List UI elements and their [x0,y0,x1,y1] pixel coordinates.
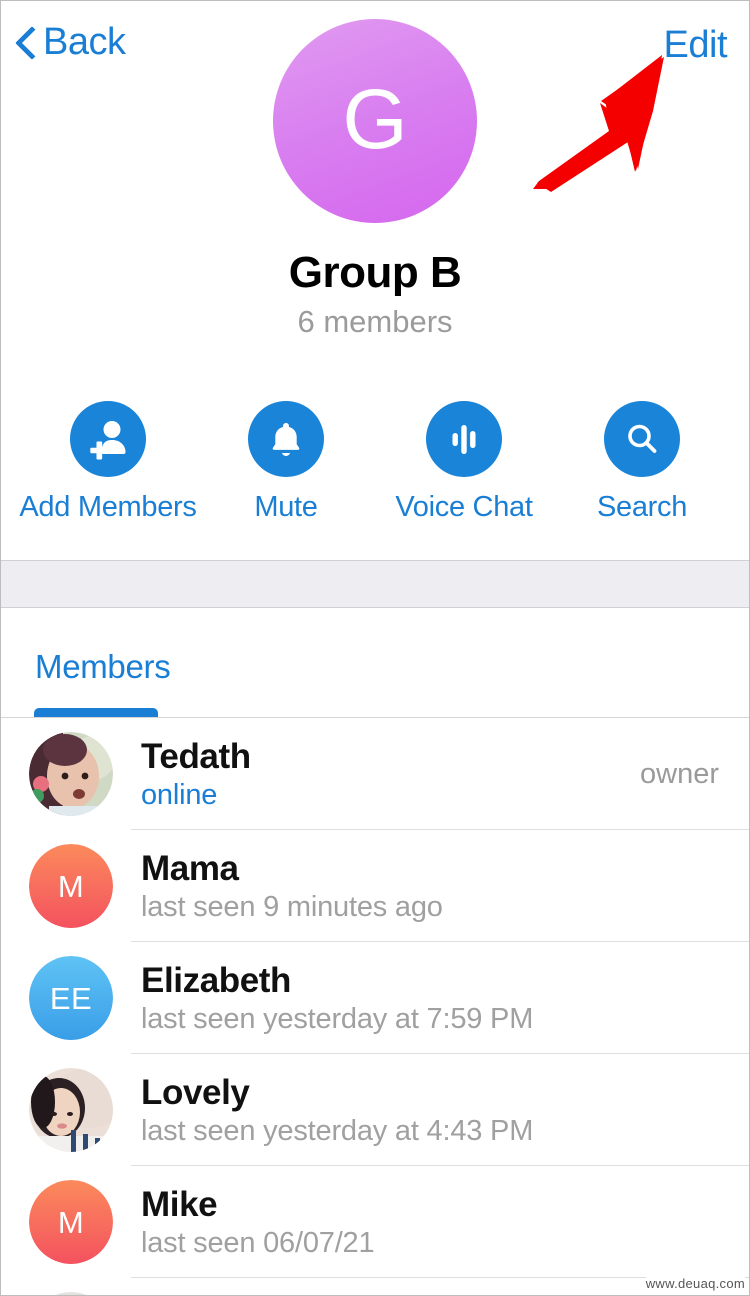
avatar-photo-child [29,732,113,817]
group-member-count: 6 members [297,304,453,340]
add-members-label: Add Members [19,491,197,524]
avatar-photo-cap [29,1292,113,1295]
avatar-initials: EE [49,980,93,1016]
chevron-left-icon [15,24,37,60]
add-person-icon [90,421,126,460]
action-button-row: Add Members Mute Voice Chat Search [1,401,749,524]
tab-bar: Members [1,608,749,719]
watermark: www.deuaq.com [645,1276,745,1291]
list-item[interactable]: Jan [1,1278,749,1295]
group-avatar[interactable]: G [273,19,477,223]
avatar: M [29,1180,113,1265]
member-name: Tedath [141,737,251,777]
member-info: Mama last seen 9 minutes ago [141,849,719,924]
avatar [29,1292,113,1295]
member-status: last seen 06/07/21 [141,1227,375,1260]
list-item[interactable]: Tedath online owner [1,718,749,831]
list-item[interactable]: M Mike last seen 06/07/21 [1,1166,749,1279]
edit-button[interactable]: Edit [664,26,728,64]
navigation-bar: Back G Edit [1,1,749,231]
member-name: Mike [141,1185,218,1225]
back-button[interactable]: Back [15,21,126,63]
member-name: Elizabeth [141,961,292,1001]
red-arrow-annotation-icon [533,55,664,192]
waveform-icon [452,425,476,455]
add-members-icon-circle [70,401,146,478]
voice-chat-button[interactable]: Voice Chat [379,401,549,524]
member-list: Tedath online owner M Mama last seen 9 m… [1,718,749,1295]
member-name: Mama [141,849,239,889]
member-info: Lovely last seen yesterday at 4:43 PM [141,1073,719,1148]
member-info: Tedath online [141,737,640,812]
mute-label: Mute [254,491,318,524]
search-icon-circle [604,401,680,478]
voice-chat-label: Voice Chat [395,491,533,524]
avatar-photo-woman [29,1068,113,1153]
back-button-label: Back [43,21,126,63]
search-button[interactable]: Search [557,401,727,524]
avatar-initials: M [57,868,85,904]
list-item[interactable]: Lovely last seen yesterday at 4:43 PM [1,1054,749,1167]
search-label: Search [596,491,688,524]
avatar [29,1068,113,1153]
member-status: online [141,779,218,812]
search-icon [628,425,657,454]
tab-members[interactable]: Members [35,648,171,686]
mute-icon-circle [248,401,324,478]
avatar [29,732,113,817]
avatar-initials: M [57,1204,85,1240]
avatar: M [29,844,113,929]
member-info: Elizabeth last seen yesterday at 7:59 PM [141,961,719,1036]
voice-chat-icon-circle [426,401,502,478]
member-info: Mike last seen 06/07/21 [141,1185,719,1260]
add-members-button[interactable]: Add Members [19,401,197,524]
tab-active-indicator [34,708,158,718]
member-status: last seen 9 minutes ago [141,891,443,924]
member-name: Lovely [141,1073,250,1113]
group-title: Group B [288,248,462,297]
member-role-badge: owner [640,757,719,790]
member-status: last seen yesterday at 7:59 PM [141,1003,534,1036]
group-avatar-letter: G [342,72,408,166]
bell-icon [272,423,300,457]
mute-button[interactable]: Mute [201,401,371,524]
member-status: last seen yesterday at 4:43 PM [141,1115,534,1148]
avatar: EE [29,956,113,1041]
section-separator-band [1,560,749,609]
list-item[interactable]: M Mama last seen 9 minutes ago [1,830,749,943]
list-item[interactable]: EE Elizabeth last seen yesterday at 7:59… [1,942,749,1055]
group-info-screen: Back G Edit Group B 6 members Add Member… [0,0,750,1296]
